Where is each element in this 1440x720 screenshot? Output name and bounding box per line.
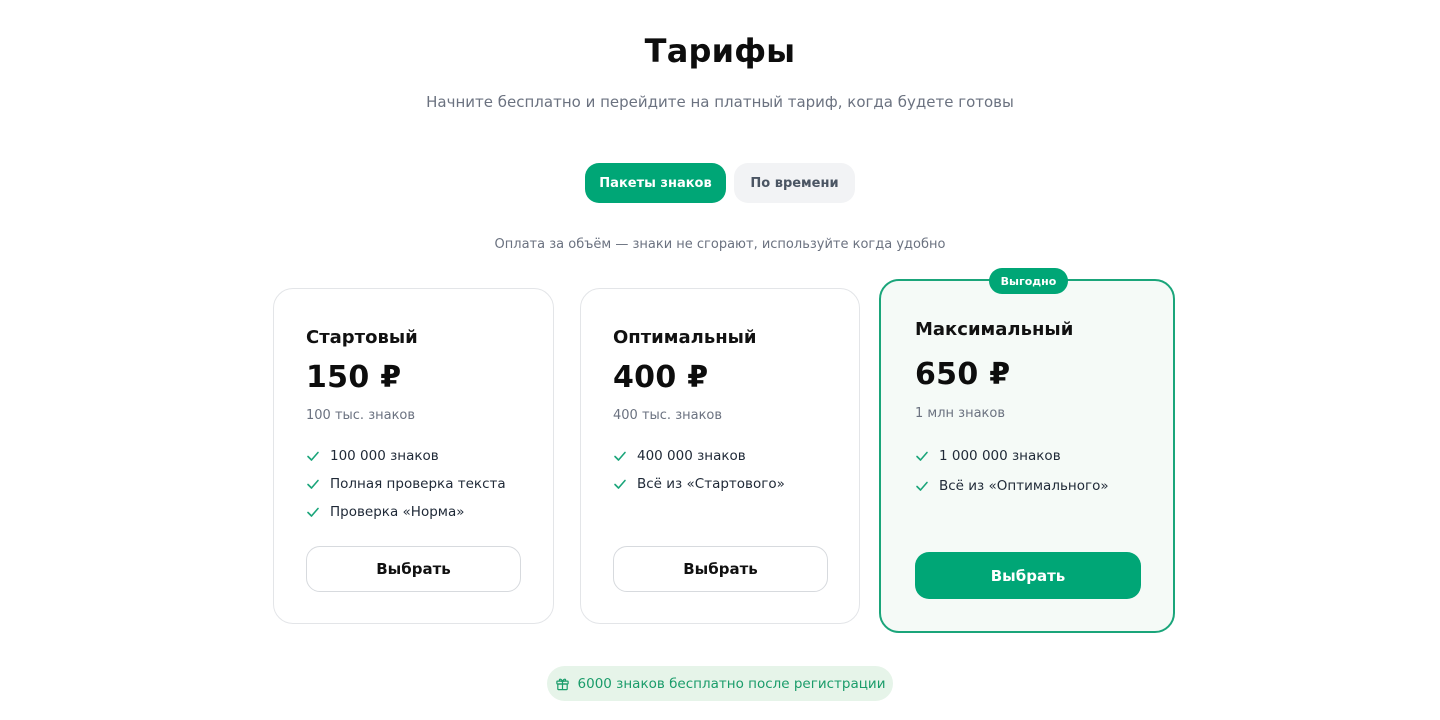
plan-name: Максимальный: [915, 319, 1074, 340]
page-subtitle: Начните бесплатно и перейдите на платный…: [426, 93, 1014, 111]
tab-time-based[interactable]: По времени: [734, 163, 855, 203]
feature-label: 100 000 знаков: [330, 448, 439, 464]
tab-character-packages[interactable]: Пакеты знаков: [585, 163, 726, 203]
feature-label: Всё из «Оптимального»: [939, 478, 1109, 494]
free-signup-banner: 6000 знаков бесплатно после регистрации: [547, 666, 893, 701]
feature-item: Полная проверка текста: [306, 475, 506, 493]
pricing-page: Тарифы Начните бесплатно и перейдите на …: [0, 0, 1440, 720]
feature-label: 1 000 000 знаков: [939, 448, 1061, 464]
best-value-badge: Выгодно: [989, 268, 1068, 294]
page-title: Тарифы: [644, 32, 796, 70]
feature-label: 400 000 знаков: [637, 448, 746, 464]
feature-label: Полная проверка текста: [330, 476, 506, 492]
feature-label: Проверка «Норма»: [330, 504, 465, 520]
feature-item: 1 000 000 знаков: [915, 447, 1109, 465]
feature-item: Всё из «Оптимального»: [915, 477, 1109, 495]
check-icon: [307, 479, 319, 489]
plan-volume: 100 тыс. знаков: [306, 408, 416, 423]
feature-item: Всё из «Стартового»: [613, 475, 785, 493]
plan-card-optimal: Оптимальный 400 ₽ 400 тыс. знаков 400 00…: [580, 288, 860, 624]
feature-list: 400 000 знаков Всё из «Стартового»: [613, 447, 785, 503]
check-icon: [307, 451, 319, 461]
plan-price: 150 ₽: [306, 360, 402, 395]
choose-maximum-button[interactable]: Выбрать: [915, 552, 1141, 599]
free-signup-text: 6000 знаков бесплатно после регистрации: [577, 675, 886, 692]
plan-volume: 400 тыс. знаков: [613, 408, 723, 423]
plan-card-maximum: Выгодно Максимальный 650 ₽ 1 млн знаков …: [879, 268, 1175, 633]
gift-icon: [555, 678, 569, 691]
plan-price: 400 ₽: [613, 360, 709, 395]
choose-starter-button[interactable]: Выбрать: [306, 546, 521, 592]
feature-item: 100 000 знаков: [306, 447, 506, 465]
feature-label: Всё из «Стартового»: [637, 476, 785, 492]
check-icon: [916, 451, 928, 461]
plan-price: 650 ₽: [915, 357, 1011, 392]
feature-list: 100 000 знаков Полная проверка текста Пр…: [306, 447, 506, 531]
check-icon: [614, 451, 626, 461]
check-icon: [307, 507, 319, 517]
plan-card-starter: Стартовый 150 ₽ 100 тыс. знаков 100 000 …: [273, 288, 554, 624]
billing-note: Оплата за объём — знаки не сгорают, испо…: [494, 237, 946, 252]
feature-item: 400 000 знаков: [613, 447, 785, 465]
plan-name: Оптимальный: [613, 327, 757, 348]
feature-item: Проверка «Норма»: [306, 503, 506, 521]
plan-name: Стартовый: [306, 327, 418, 348]
check-icon: [916, 481, 928, 491]
check-icon: [614, 479, 626, 489]
feature-list: 1 000 000 знаков Всё из «Оптимального»: [915, 447, 1109, 507]
plan-volume: 1 млн знаков: [915, 406, 1005, 421]
choose-optimal-button[interactable]: Выбрать: [613, 546, 828, 592]
